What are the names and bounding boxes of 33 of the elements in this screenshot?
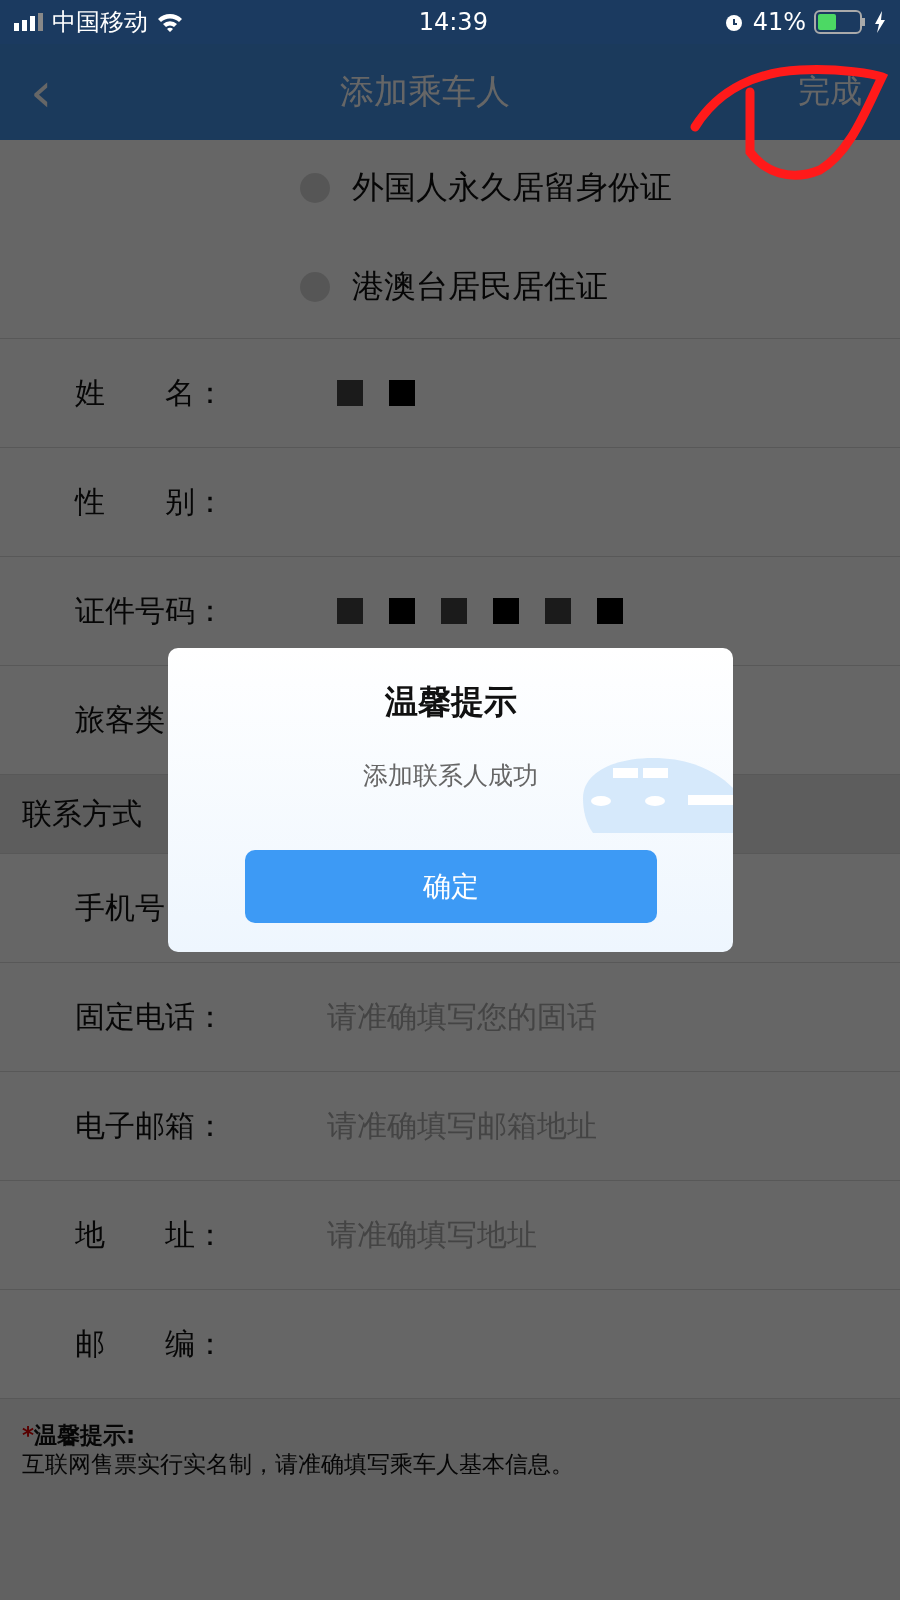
radio-label[interactable]: 港澳台居民居住证: [352, 265, 608, 309]
field-label: 性 别：: [73, 482, 226, 521]
hint-text: 互联网售票实行实名制，请准确填写乘车人基本信息。: [22, 1449, 575, 1479]
field-label: 固定电话：: [74, 997, 226, 1036]
done-button[interactable]: 完成: [798, 70, 862, 114]
field-label: 证件号码：: [74, 591, 226, 630]
field-label: 邮 编：: [74, 1324, 226, 1363]
field-label: 姓 名：: [74, 373, 226, 412]
dialog-title: 温馨提示: [384, 681, 517, 723]
clock-time: 14:39: [418, 8, 488, 36]
masked-value-icon: [493, 598, 519, 624]
signal-icon: [14, 13, 44, 31]
battery-percent: 41%: [752, 8, 806, 36]
battery-icon: [814, 10, 866, 34]
masked-value-icon: [337, 598, 363, 624]
radio-label[interactable]: 外国人永久居留身份证: [352, 166, 672, 210]
field-label: 地 址：: [74, 1215, 226, 1254]
masked-value-icon: [337, 380, 363, 406]
field-label: 手机号: [74, 888, 166, 927]
masked-value-icon: [545, 598, 571, 624]
masked-value-icon: [597, 598, 623, 624]
back-button[interactable]: ‹: [30, 64, 53, 120]
masked-value-icon: [389, 380, 415, 406]
wifi-icon: [156, 12, 184, 32]
masked-value-icon: [389, 598, 415, 624]
confirm-button[interactable]: 确定: [244, 850, 657, 923]
field-label: 电子邮箱：: [74, 1106, 226, 1145]
carrier-name: 中国移动: [52, 7, 148, 38]
masked-value-icon: [441, 598, 467, 624]
page-title: 添加乘车人: [340, 70, 511, 113]
field-label: 旅客类: [74, 700, 166, 739]
charging-icon: [874, 11, 886, 33]
hint-title: *温馨提示:: [22, 1421, 137, 1450]
